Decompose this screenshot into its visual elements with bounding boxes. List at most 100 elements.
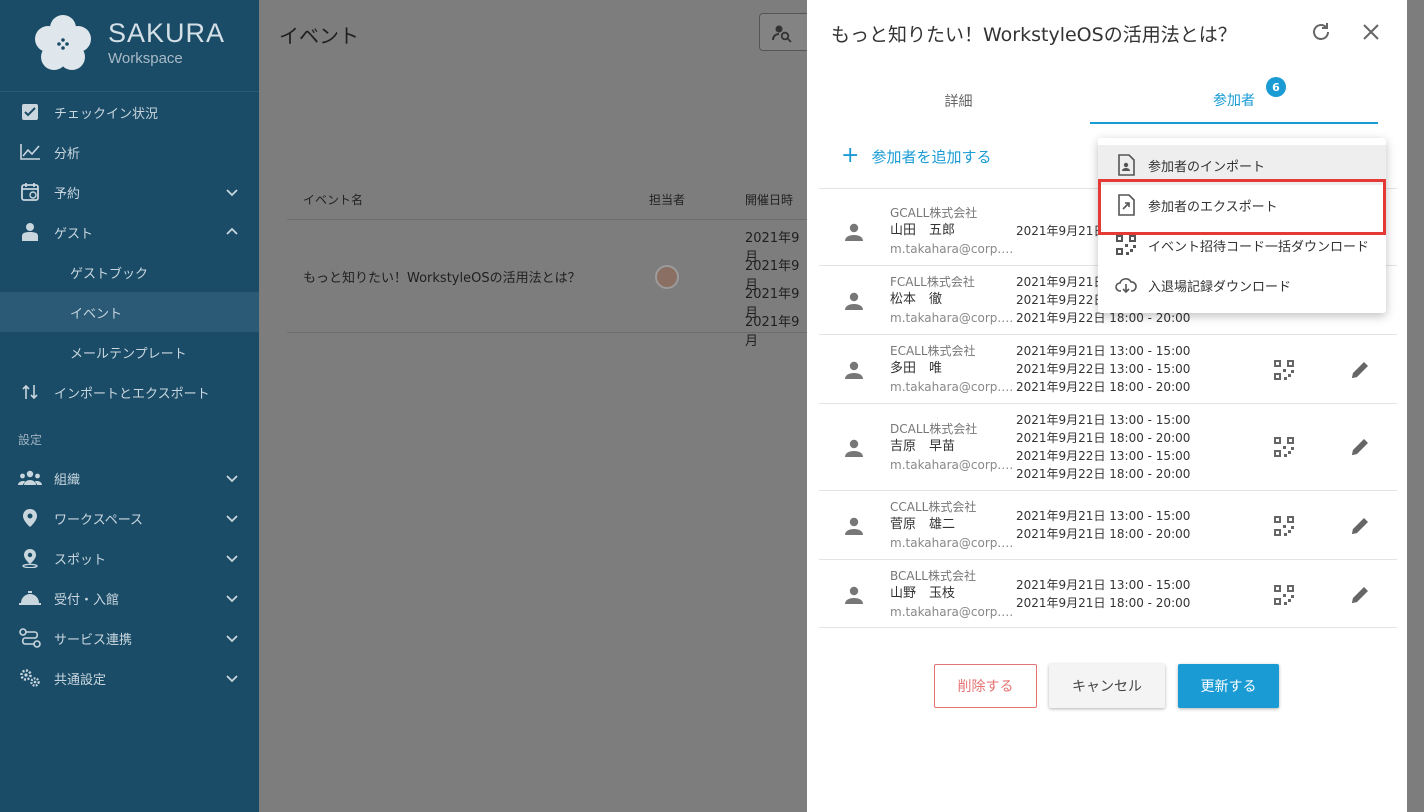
refresh-icon[interactable] [1309, 20, 1333, 44]
person-icon [845, 517, 863, 535]
qr-code-icon[interactable] [1273, 359, 1295, 381]
calendar-icon [18, 181, 42, 203]
sidebar-item-label: メールテンプレート [70, 346, 187, 362]
sidebar-item-label: ゲスト [54, 226, 94, 242]
file-import-icon [1118, 154, 1135, 176]
chevron-down-icon [226, 189, 238, 197]
event-name: もっと知りたい！WorkstyleOSの活用法とは？ [303, 271, 581, 286]
sidebar-item-service-integration[interactable]: サービス連携 [0, 618, 259, 658]
menu-item-download-entry-log[interactable]: 入退場記録ダウンロード [1098, 265, 1386, 305]
sidebar-item-guestbook[interactable]: ゲストブック [0, 252, 259, 292]
pencil-icon[interactable] [1349, 436, 1371, 458]
sidebar-item-guest[interactable]: ゲスト [0, 212, 259, 252]
sidebar-item-reservation[interactable]: 予約 [0, 172, 259, 212]
chevron-down-icon [226, 595, 238, 603]
participant-date: 2021年9月22日 13:00 - 15:00 [1016, 362, 1191, 376]
sidebar-item-spot[interactable]: スポット [0, 538, 259, 578]
sidebar-item-import-export[interactable]: インポートとエクスポート [0, 372, 259, 412]
menu-item-export-participants[interactable]: 参加者のエクスポート [1098, 185, 1386, 225]
pencil-icon[interactable] [1349, 584, 1371, 606]
participant-row[interactable]: CCALL株式会社 菅原 雄二 m.takahara@corp.a... 202… [819, 490, 1397, 559]
spot-pin-icon [18, 547, 42, 569]
table-row[interactable]: もっと知りたい！WorkstyleOSの活用法とは？ 2021年9月 2021年… [287, 221, 807, 349]
participant-date: 2021年9月22日 18:00 - 20:00 [1016, 467, 1191, 481]
chevron-up-icon [226, 227, 238, 235]
participant-date: 2021年9月21日 13:00 - 15:00 [1016, 413, 1191, 427]
participant-info: ECALL株式会社 多田 唯 m.takahara@corp.a... [890, 342, 1016, 396]
person-icon [845, 292, 863, 310]
chevron-down-icon [226, 515, 238, 523]
participant-date: 2021年9月22日 18:00 - 20:00 [1016, 380, 1191, 394]
bell-icon [18, 587, 42, 609]
sidebar-item-label: ワークスペース [54, 512, 144, 528]
delete-button[interactable]: 削除する [934, 664, 1037, 708]
qr-code-icon[interactable] [1273, 584, 1295, 606]
sidebar-item-reception[interactable]: 受付・入館 [0, 578, 259, 618]
add-participant-button[interactable]: + 参加者を追加する [841, 144, 991, 168]
sidebar: SAKURA Workspace チェックイン状況 分析 予約 ゲスト ゲストブ… [0, 0, 259, 812]
import-export-icon [18, 381, 42, 403]
participant-info: CCALL株式会社 菅原 雄二 m.takahara@corp.a... [890, 498, 1016, 552]
location-pin-icon [18, 507, 42, 529]
menu-item-label: 入退場記録ダウンロード [1148, 279, 1292, 295]
person-icon [845, 586, 863, 604]
menu-item-label: 参加者のエクスポート [1148, 199, 1278, 215]
participant-info: GCALL株式会社 山田 五郎 m.takahara@corp.a... [890, 204, 1016, 258]
participant-email: m.takahara@corp.a... [890, 380, 1016, 394]
event-date: 2021年9月 [745, 315, 800, 349]
sidebar-item-label: サービス連携 [54, 632, 133, 648]
participant-row[interactable]: BCALL株式会社 山野 玉枝 m.takahara@corp.a... 202… [819, 559, 1397, 628]
file-export-icon [1118, 194, 1135, 216]
sidebar-item-label: 受付・入館 [54, 592, 120, 608]
participant-name: 多田 唯 [890, 361, 943, 376]
participant-dates: 2021年9月21日 13:00 - 15:00 2021年9月22日 13:0… [1016, 342, 1190, 396]
close-icon[interactable] [1359, 20, 1383, 44]
participant-email: m.takahara@corp.a... [890, 605, 1016, 619]
qr-code-icon[interactable] [1273, 436, 1295, 458]
pencil-icon[interactable] [1349, 359, 1371, 381]
sidebar-item-label: 分析 [54, 146, 81, 162]
participant-row[interactable]: DCALL株式会社 吉原 早苗 m.takahara@corp.a... 202… [819, 403, 1397, 490]
participant-date: 2021年9月21日 18:00 - 20:00 [1016, 431, 1191, 445]
participant-date: 2021年9月21日 13:00 - 15:00 [1016, 509, 1191, 523]
participant-company: CCALL株式会社 [890, 500, 977, 514]
participant-info: BCALL株式会社 山野 玉枝 m.takahara@corp.a... [890, 567, 1016, 621]
menu-item-label: 参加者のインポート [1148, 159, 1266, 175]
column-header-owner: 担当者 [649, 193, 686, 207]
gears-icon [18, 667, 42, 689]
sidebar-item-label: ゲストブック [70, 266, 149, 282]
participant-name: 菅原 雄二 [890, 517, 956, 532]
menu-item-download-invite-codes[interactable]: イベント招待コード一括ダウンロード [1098, 225, 1386, 265]
menu-item-label: イベント招待コード一括ダウンロード [1148, 239, 1370, 255]
dialog-title: もっと知りたい！WorkstyleOSの活用法とは？ [831, 24, 1237, 46]
sidebar-item-event[interactable]: イベント [0, 292, 259, 332]
page-title: イベント [279, 24, 359, 48]
sidebar-item-analytics[interactable]: 分析 [0, 132, 259, 172]
cancel-button[interactable]: キャンセル [1049, 664, 1165, 708]
add-participant-label: 参加者を追加する [871, 147, 992, 166]
sidebar-item-organization[interactable]: 組織 [0, 458, 259, 498]
participant-email: m.takahara@corp.a... [890, 311, 1016, 325]
cloud-download-icon [1115, 278, 1137, 294]
sidebar-item-mail-template[interactable]: メールテンプレート [0, 332, 259, 372]
qr-code-icon [1116, 235, 1136, 255]
sidebar-item-common-settings[interactable]: 共通設定 [0, 658, 259, 698]
participant-date: 2021年9月22日 13:00 - 15:00 [1016, 449, 1191, 463]
logo[interactable]: SAKURA Workspace [0, 0, 259, 92]
participant-row[interactable]: ECALL株式会社 多田 唯 m.takahara@corp.a... 2021… [819, 334, 1397, 403]
participant-date: 2021年9月21日 13:00 - 15:00 [1016, 344, 1191, 358]
participant-name: 山田 五郎 [890, 223, 956, 238]
menu-item-import-participants[interactable]: 参加者のインポート [1098, 145, 1386, 185]
sidebar-item-label: イベント [70, 306, 123, 322]
tab-participants[interactable]: 参加者 [1090, 78, 1378, 124]
update-button[interactable]: 更新する [1178, 664, 1279, 708]
sidebar-item-workspace[interactable]: ワークスペース [0, 498, 259, 538]
service-link-icon [18, 627, 42, 649]
sidebar-item-checkin[interactable]: チェックイン状況 [0, 92, 259, 132]
participant-date: 2021年9月21日 18:00 - 20:00 [1016, 527, 1191, 541]
qr-code-icon[interactable] [1273, 515, 1295, 537]
participant-info: DCALL株式会社 吉原 早苗 m.takahara@corp.a... [890, 420, 1016, 474]
participant-dates: 2021年9月21日 13:00 - 15:00 2021年9月21日 18:0… [1016, 507, 1190, 543]
tab-details[interactable]: 詳細 [861, 78, 1056, 124]
pencil-icon[interactable] [1349, 515, 1371, 537]
